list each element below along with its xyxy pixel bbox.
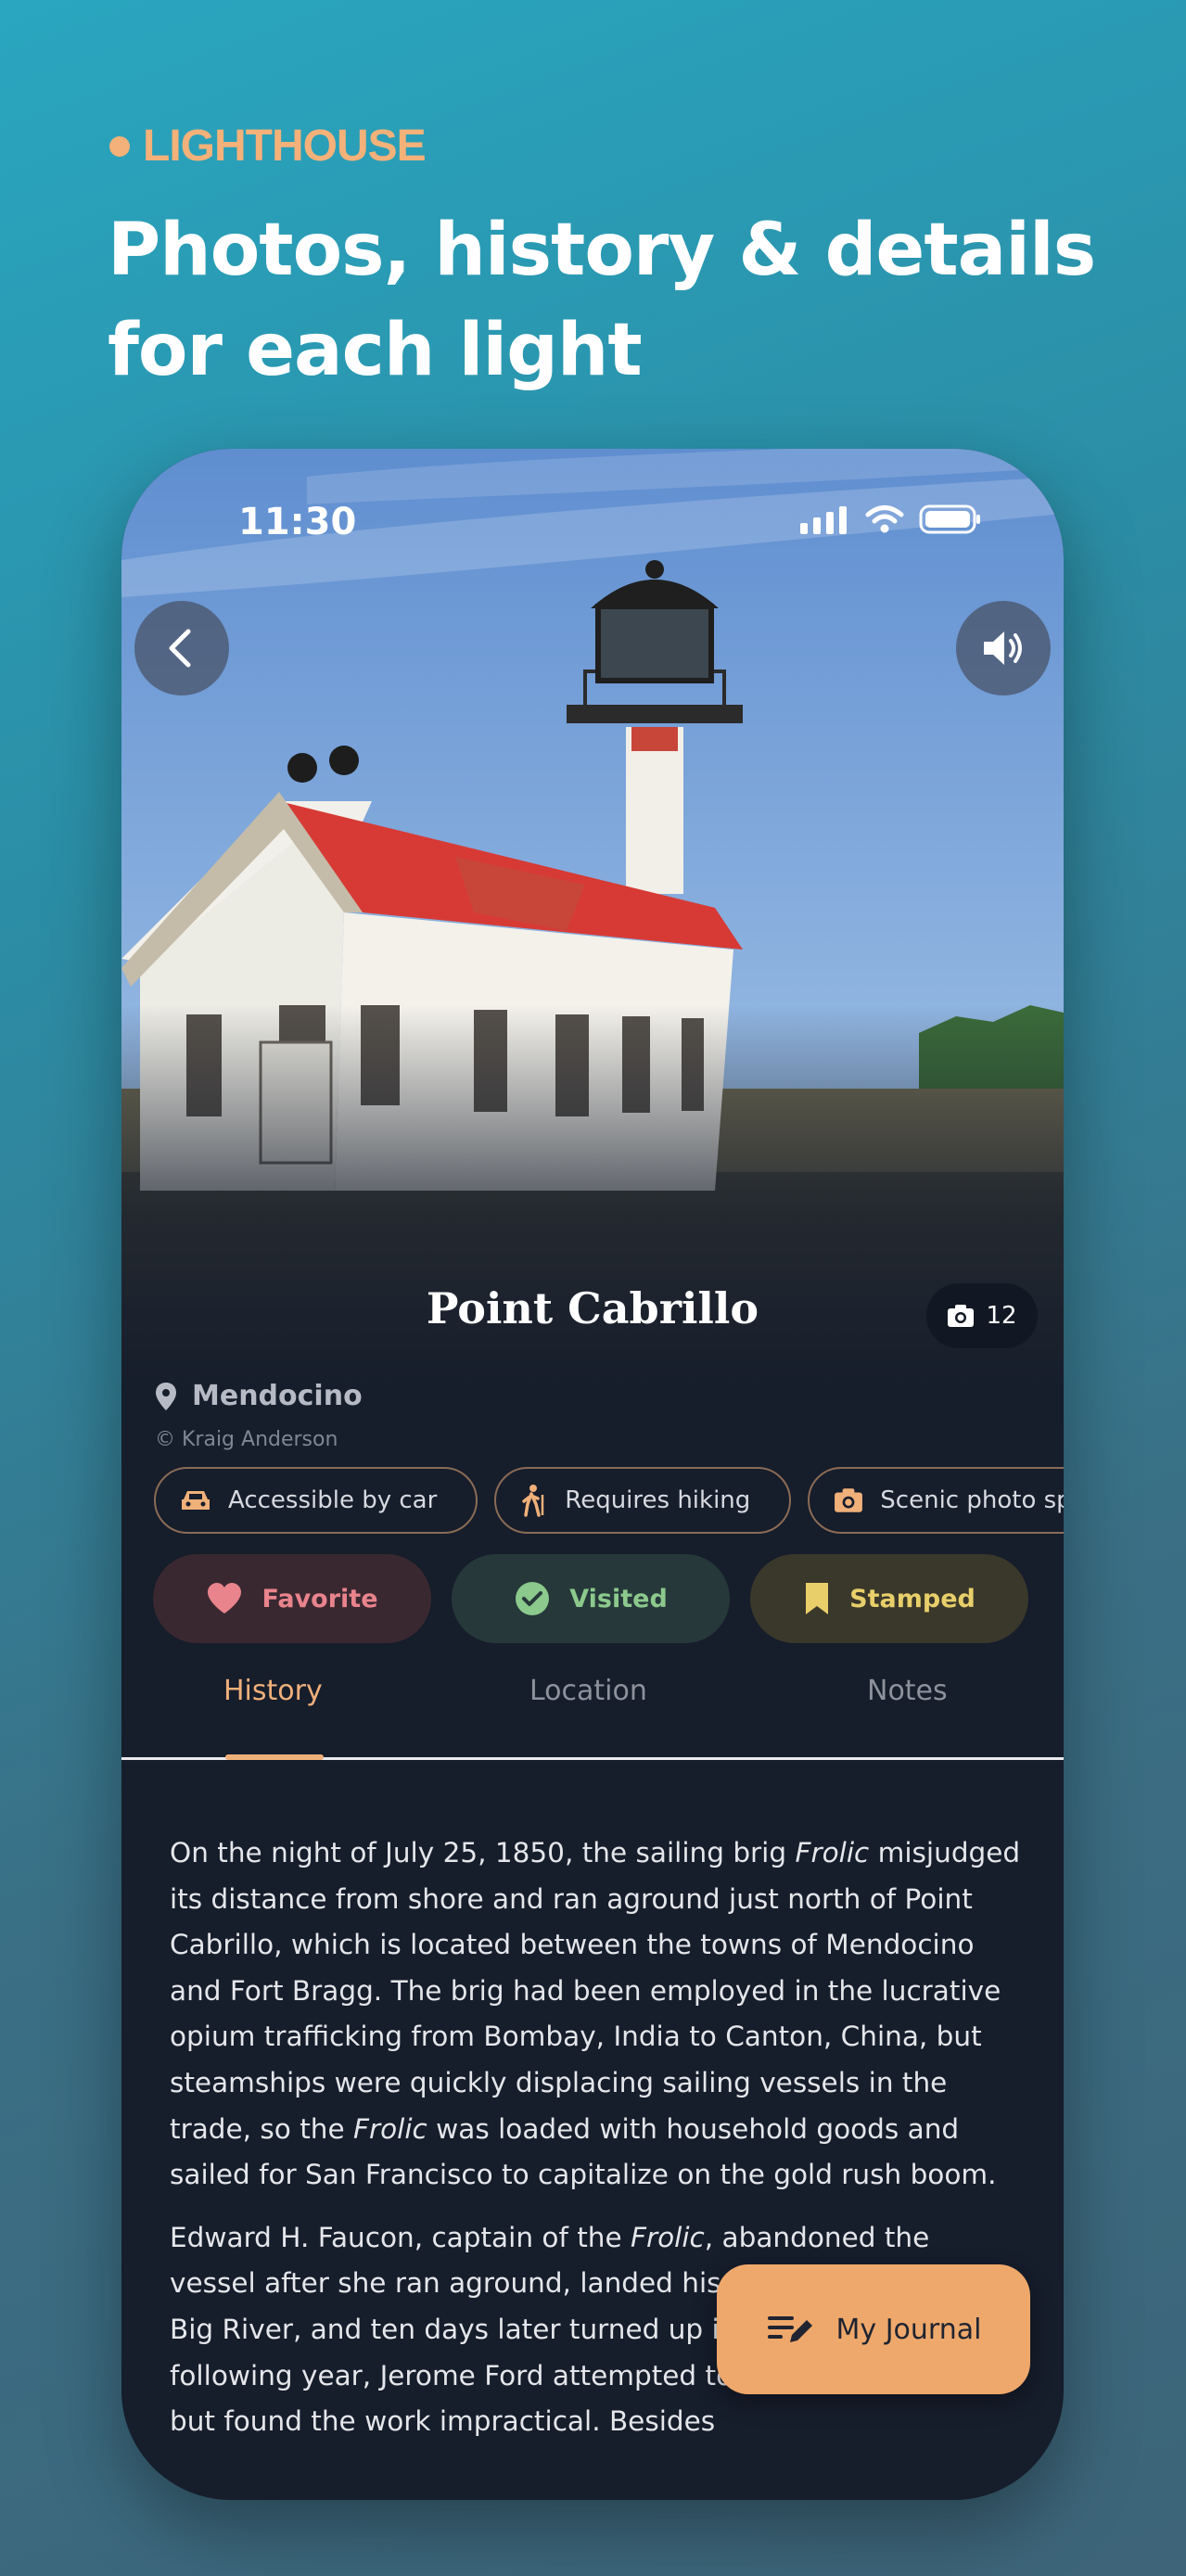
location-name: Mendocino [192,1380,363,1412]
battery-icon [919,504,980,534]
history-paragraph: On the night of July 25, 1850, the saili… [170,1837,1021,2191]
eyebrow-dot [109,135,130,157]
tab-notes[interactable]: Notes [867,1675,948,1707]
signal-icon [800,506,847,534]
wifi-icon [865,505,904,533]
map-pin-icon [156,1382,176,1410]
tab-location[interactable]: Location [529,1675,647,1707]
back-button[interactable] [134,601,229,695]
check-circle-icon [516,1582,550,1615]
visited-label: Visited [569,1584,668,1613]
promo-headline: Photos, history & details for each light [108,209,1096,392]
bookmark-icon [806,1583,829,1614]
status-time: 11:30 [238,501,357,543]
stamped-button[interactable]: Stamped [750,1554,1028,1643]
location-row: Mendocino [155,1380,363,1412]
photo-credit: © Kraig Anderson [155,1428,338,1451]
heart-icon [208,1583,242,1613]
hero-photo [121,449,1064,1385]
feature-chips: Accessible by car Requires hiking Scenic… [154,1467,1064,1534]
tab-bar: History Location Notes [121,1647,1064,1760]
phone-screen: 11:30 Point Cabrillo 12 Mendocino © Krai… [121,449,1064,2500]
journal-label: My Journal [835,2313,982,2346]
chip-accessible-by-car[interactable]: Accessible by car [154,1467,478,1534]
chip-requires-hiking[interactable]: Requires hiking [494,1467,792,1534]
visited-button[interactable]: Visited [452,1554,730,1643]
photo-count: 12 [986,1302,1017,1330]
section-eyebrow: LIGHTHOUSE [109,121,427,172]
hiker-icon [522,1485,544,1517]
tab-history[interactable]: History [223,1675,323,1707]
chevron-left-icon [169,629,191,668]
journal-edit-icon [767,2316,812,2342]
camera-icon [948,1305,975,1327]
audio-button[interactable] [956,601,1051,695]
car-icon [182,1491,210,1510]
stamped-label: Stamped [849,1584,976,1613]
chip-scenic-photo-spot[interactable]: Scenic photo sp [808,1467,1064,1534]
chip-label: Scenic photo sp [880,1486,1064,1514]
active-tab-indicator [225,1754,324,1760]
eyebrow-label: LIGHTHOUSE [143,121,427,171]
camera-icon [835,1488,863,1512]
chip-label: Requires hiking [565,1486,751,1514]
action-buttons: Favorite Visited Stamped [153,1554,1028,1643]
my-journal-button[interactable]: My Journal [717,2264,1030,2394]
chip-label: Accessible by car [228,1486,438,1514]
photo-count-badge[interactable]: 12 [926,1283,1038,1348]
status-icons [800,504,982,534]
lighthouse-name: Point Cabrillo [426,1283,759,1333]
favorite-label: Favorite [261,1584,378,1613]
favorite-button[interactable]: Favorite [153,1554,431,1643]
speaker-icon [984,631,1022,665]
